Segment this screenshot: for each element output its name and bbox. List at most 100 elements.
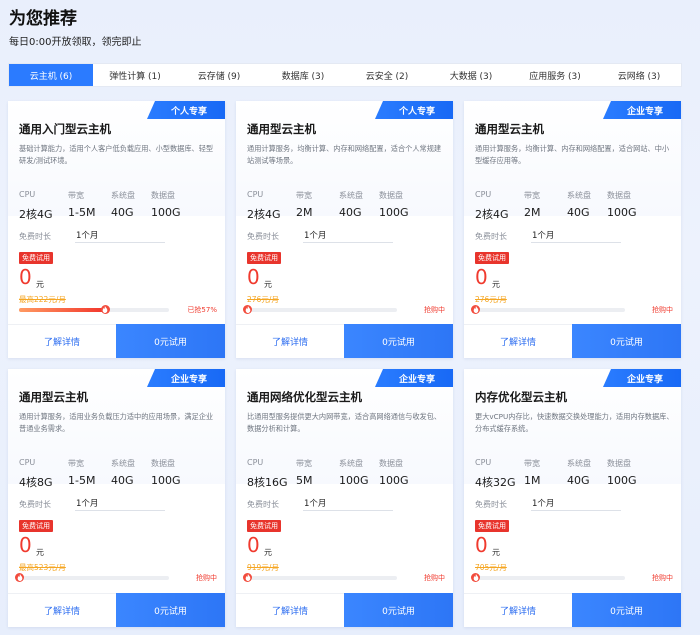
- tab-elastic-compute[interactable]: 弹性计算 (1): [93, 64, 177, 86]
- spec-value-data-disk: 100G: [607, 474, 637, 487]
- sale-status: 抢购中: [424, 306, 445, 314]
- sale-progress-bar: [471, 305, 625, 314]
- spec-label-data-disk: 数据盘: [151, 459, 175, 468]
- trial-duration-select[interactable]: 1个月: [531, 497, 621, 511]
- spec-label-cpu: CPU: [247, 190, 264, 199]
- learn-more-button[interactable]: 了解详情: [8, 593, 116, 627]
- page-subtitle: 每日0:00开放领取，领完即止: [9, 37, 142, 48]
- tab-cloud-storage[interactable]: 云存储 (9): [177, 64, 261, 86]
- trial-duration-select[interactable]: 1个月: [303, 497, 393, 511]
- sale-status: 已抢57%: [187, 306, 217, 314]
- exclusive-badge: 企业专享: [603, 101, 681, 119]
- spec-label-system-disk: 系统盘: [567, 191, 591, 200]
- card-description: 基础计算能力，适用个人客户低负载应用、小型数据库、轻型研发/测试环境。: [19, 144, 214, 165]
- price-value: 0: [19, 265, 32, 289]
- price-unit: 元: [492, 280, 500, 289]
- exclusive-badge: 企业专享: [603, 369, 681, 387]
- exclusive-badge: 个人专享: [375, 101, 453, 119]
- price-unit: 元: [492, 548, 500, 557]
- spec-value-system-disk: 40G: [111, 474, 134, 487]
- spec-value-data-disk: 100G: [379, 474, 409, 487]
- spec-value-cpu: 4核8G: [19, 476, 53, 489]
- fire-icon: [100, 305, 110, 314]
- spec-label-bandwidth: 带宽: [524, 459, 540, 468]
- spec-label-bandwidth: 带宽: [68, 459, 84, 468]
- fire-icon: [471, 573, 480, 582]
- original-price: 最高222元/月: [19, 295, 66, 304]
- trial-duration-label: 免费时长: [19, 232, 51, 241]
- free-trial-button[interactable]: 0元试用: [344, 324, 453, 358]
- spec-value-system-disk: 100G: [339, 474, 369, 487]
- spec-value-bandwidth: 2M: [296, 206, 313, 219]
- price-value: 0: [247, 265, 260, 289]
- free-trial-tag: 免费试用: [247, 520, 281, 532]
- spec-value-cpu: 4核32G: [475, 476, 516, 489]
- spec-label-bandwidth: 带宽: [524, 191, 540, 200]
- tab-database[interactable]: 数据库 (3): [261, 64, 345, 86]
- spec-value-system-disk: 40G: [111, 206, 134, 219]
- learn-more-button[interactable]: 了解详情: [464, 593, 572, 627]
- sale-status: 抢购中: [424, 574, 445, 582]
- spec-label-data-disk: 数据盘: [607, 191, 631, 200]
- trial-duration-select[interactable]: 1个月: [303, 229, 393, 243]
- price-value: 0: [475, 533, 488, 557]
- spec-value-cpu: 2核4G: [19, 208, 53, 221]
- trial-duration-label: 免费时长: [247, 500, 279, 509]
- sale-progress-bar: [19, 305, 169, 314]
- tab-cloud-security[interactable]: 云安全 (2): [345, 64, 429, 86]
- product-card: 个人专享 通用入门型云主机 基础计算能力，适用个人客户低负载应用、小型数据库、轻…: [8, 101, 225, 358]
- card-description: 通用计算服务，适用业务负载压力适中的应用场景，满足企业普通业务需求。: [19, 412, 214, 433]
- learn-more-button[interactable]: 了解详情: [464, 324, 572, 358]
- learn-more-button[interactable]: 了解详情: [236, 593, 344, 627]
- learn-more-button[interactable]: 了解详情: [236, 324, 344, 358]
- product-card: 企业专享 内存优化型云主机 更大vCPU内存比，快速数据交换处理能力，适用内存数…: [464, 369, 681, 627]
- spec-label-system-disk: 系统盘: [111, 191, 135, 200]
- tab-big-data[interactable]: 大数据 (3): [429, 64, 513, 86]
- sale-progress-bar: [471, 573, 625, 582]
- original-price: 705元/月: [475, 563, 507, 572]
- spec-label-bandwidth: 带宽: [296, 459, 312, 468]
- spec-value-system-disk: 40G: [567, 474, 590, 487]
- tab-app-services[interactable]: 应用服务 (3): [513, 64, 597, 86]
- card-title: 内存优化型云主机: [475, 390, 567, 404]
- free-trial-button[interactable]: 0元试用: [572, 324, 681, 358]
- sale-progress-bar: [15, 573, 169, 582]
- page-title: 为您推荐: [9, 9, 77, 29]
- spec-label-bandwidth: 带宽: [296, 191, 312, 200]
- card-title: 通用入门型云主机: [19, 122, 111, 136]
- product-card: 个人专享 通用型云主机 通用计算服务，均衡计算、内存和网络配置，适合个人常规建站…: [236, 101, 453, 358]
- exclusive-badge: 个人专享: [147, 101, 225, 119]
- learn-more-button[interactable]: 了解详情: [8, 324, 116, 358]
- sale-status: 抢购中: [196, 574, 217, 582]
- card-description: 更大vCPU内存比，快速数据交换处理能力，适用内存数据库、分布式缓存系统。: [475, 412, 674, 433]
- sale-status: 抢购中: [652, 574, 673, 582]
- spec-value-data-disk: 100G: [379, 206, 409, 219]
- spec-value-cpu: 2核4G: [247, 208, 281, 221]
- trial-duration-select[interactable]: 1个月: [531, 229, 621, 243]
- product-card: 企业专享 通用型云主机 通用计算服务，适用业务负载压力适中的应用场景，满足企业普…: [8, 369, 225, 627]
- product-card: 企业专享 通用型云主机 通用计算服务，均衡计算、内存和网络配置，适合网站、中小型…: [464, 101, 681, 358]
- price-value: 0: [19, 533, 32, 557]
- spec-label-cpu: CPU: [475, 190, 492, 199]
- free-trial-button[interactable]: 0元试用: [344, 593, 453, 627]
- spec-value-cpu: 2核4G: [475, 208, 509, 221]
- spec-value-bandwidth: 5M: [296, 474, 313, 487]
- original-price: 最高523元/月: [19, 563, 66, 572]
- free-trial-button[interactable]: 0元试用: [116, 324, 225, 358]
- spec-label-system-disk: 系统盘: [567, 459, 591, 468]
- free-trial-button[interactable]: 0元试用: [116, 593, 225, 627]
- spec-label-cpu: CPU: [475, 458, 492, 467]
- free-trial-tag: 免费试用: [247, 252, 281, 264]
- price-value: 0: [247, 533, 260, 557]
- free-trial-button[interactable]: 0元试用: [572, 593, 681, 627]
- spec-label-data-disk: 数据盘: [379, 459, 403, 468]
- spec-label-system-disk: 系统盘: [339, 459, 363, 468]
- spec-value-system-disk: 40G: [339, 206, 362, 219]
- free-trial-tag: 免费试用: [19, 520, 53, 532]
- category-tabs: 云主机 (6) 弹性计算 (1) 云存储 (9) 数据库 (3) 云安全 (2)…: [8, 63, 682, 87]
- sale-status: 抢购中: [652, 306, 673, 314]
- tab-cloud-network[interactable]: 云网络 (3): [597, 64, 681, 86]
- tab-cloud-host[interactable]: 云主机 (6): [9, 64, 93, 86]
- trial-duration-select[interactable]: 1个月: [75, 497, 165, 511]
- trial-duration-select[interactable]: 1个月: [75, 229, 165, 243]
